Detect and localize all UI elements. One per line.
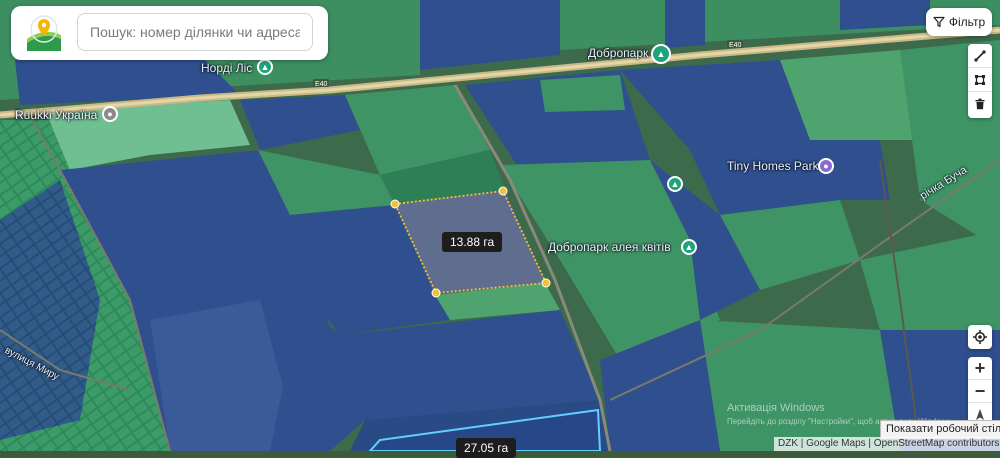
measure-line-icon: [974, 49, 986, 62]
place-label-dobropark-alley: Добропарк алея квітів: [548, 240, 671, 254]
trash-icon: [975, 98, 985, 110]
zoom-out-button[interactable]: −: [968, 380, 992, 403]
filter-icon: [933, 16, 945, 28]
zoom-controls: + −: [968, 357, 992, 427]
locate-button[interactable]: [968, 325, 992, 349]
road-label-e40-b: E40: [729, 42, 742, 49]
place-label-ruukki: Ruukki Україна: [15, 108, 98, 122]
filter-button[interactable]: Фільтр: [926, 8, 992, 36]
park-icon[interactable]: ▲: [257, 59, 273, 75]
app-logo[interactable]: [23, 13, 65, 55]
tree-icon-3[interactable]: ▲: [681, 239, 697, 255]
delete-button[interactable]: [968, 92, 992, 116]
tree-icon-2[interactable]: ▲: [667, 176, 683, 192]
place-label-tiny-homes: Tiny Homes Park: [727, 159, 819, 173]
tree-icon[interactable]: ▲: [651, 44, 671, 64]
draw-toolbar: [968, 44, 992, 118]
map-canvas[interactable]: E40 E40: [0, 0, 1000, 451]
compass-icon: [976, 408, 984, 420]
search-panel: [11, 6, 328, 60]
road-label-e40-a: E40: [315, 81, 328, 88]
search-input[interactable]: [77, 13, 313, 51]
shop-icon[interactable]: ●: [818, 158, 834, 174]
measure-area-icon: [975, 74, 985, 85]
selection-area-label: 13.88 га: [442, 232, 503, 252]
place-marker-icon[interactable]: ●: [102, 106, 118, 122]
measure-area-button[interactable]: [968, 68, 992, 92]
place-label-nordi-lis: Норді Ліс: [201, 61, 253, 75]
watermark-title: Активація Windows: [727, 402, 825, 414]
crosshair-icon: [973, 330, 987, 344]
zoom-in-button[interactable]: +: [968, 357, 992, 380]
measure-line-button[interactable]: [968, 44, 992, 68]
filter-label: Фільтр: [948, 15, 986, 29]
place-label-dobropark: Добропарк: [588, 46, 649, 60]
map-attribution[interactable]: DZK | Google Maps | OpenStreetMap contri…: [774, 437, 1000, 451]
parcel-area-label[interactable]: 27.05 га: [456, 438, 517, 458]
